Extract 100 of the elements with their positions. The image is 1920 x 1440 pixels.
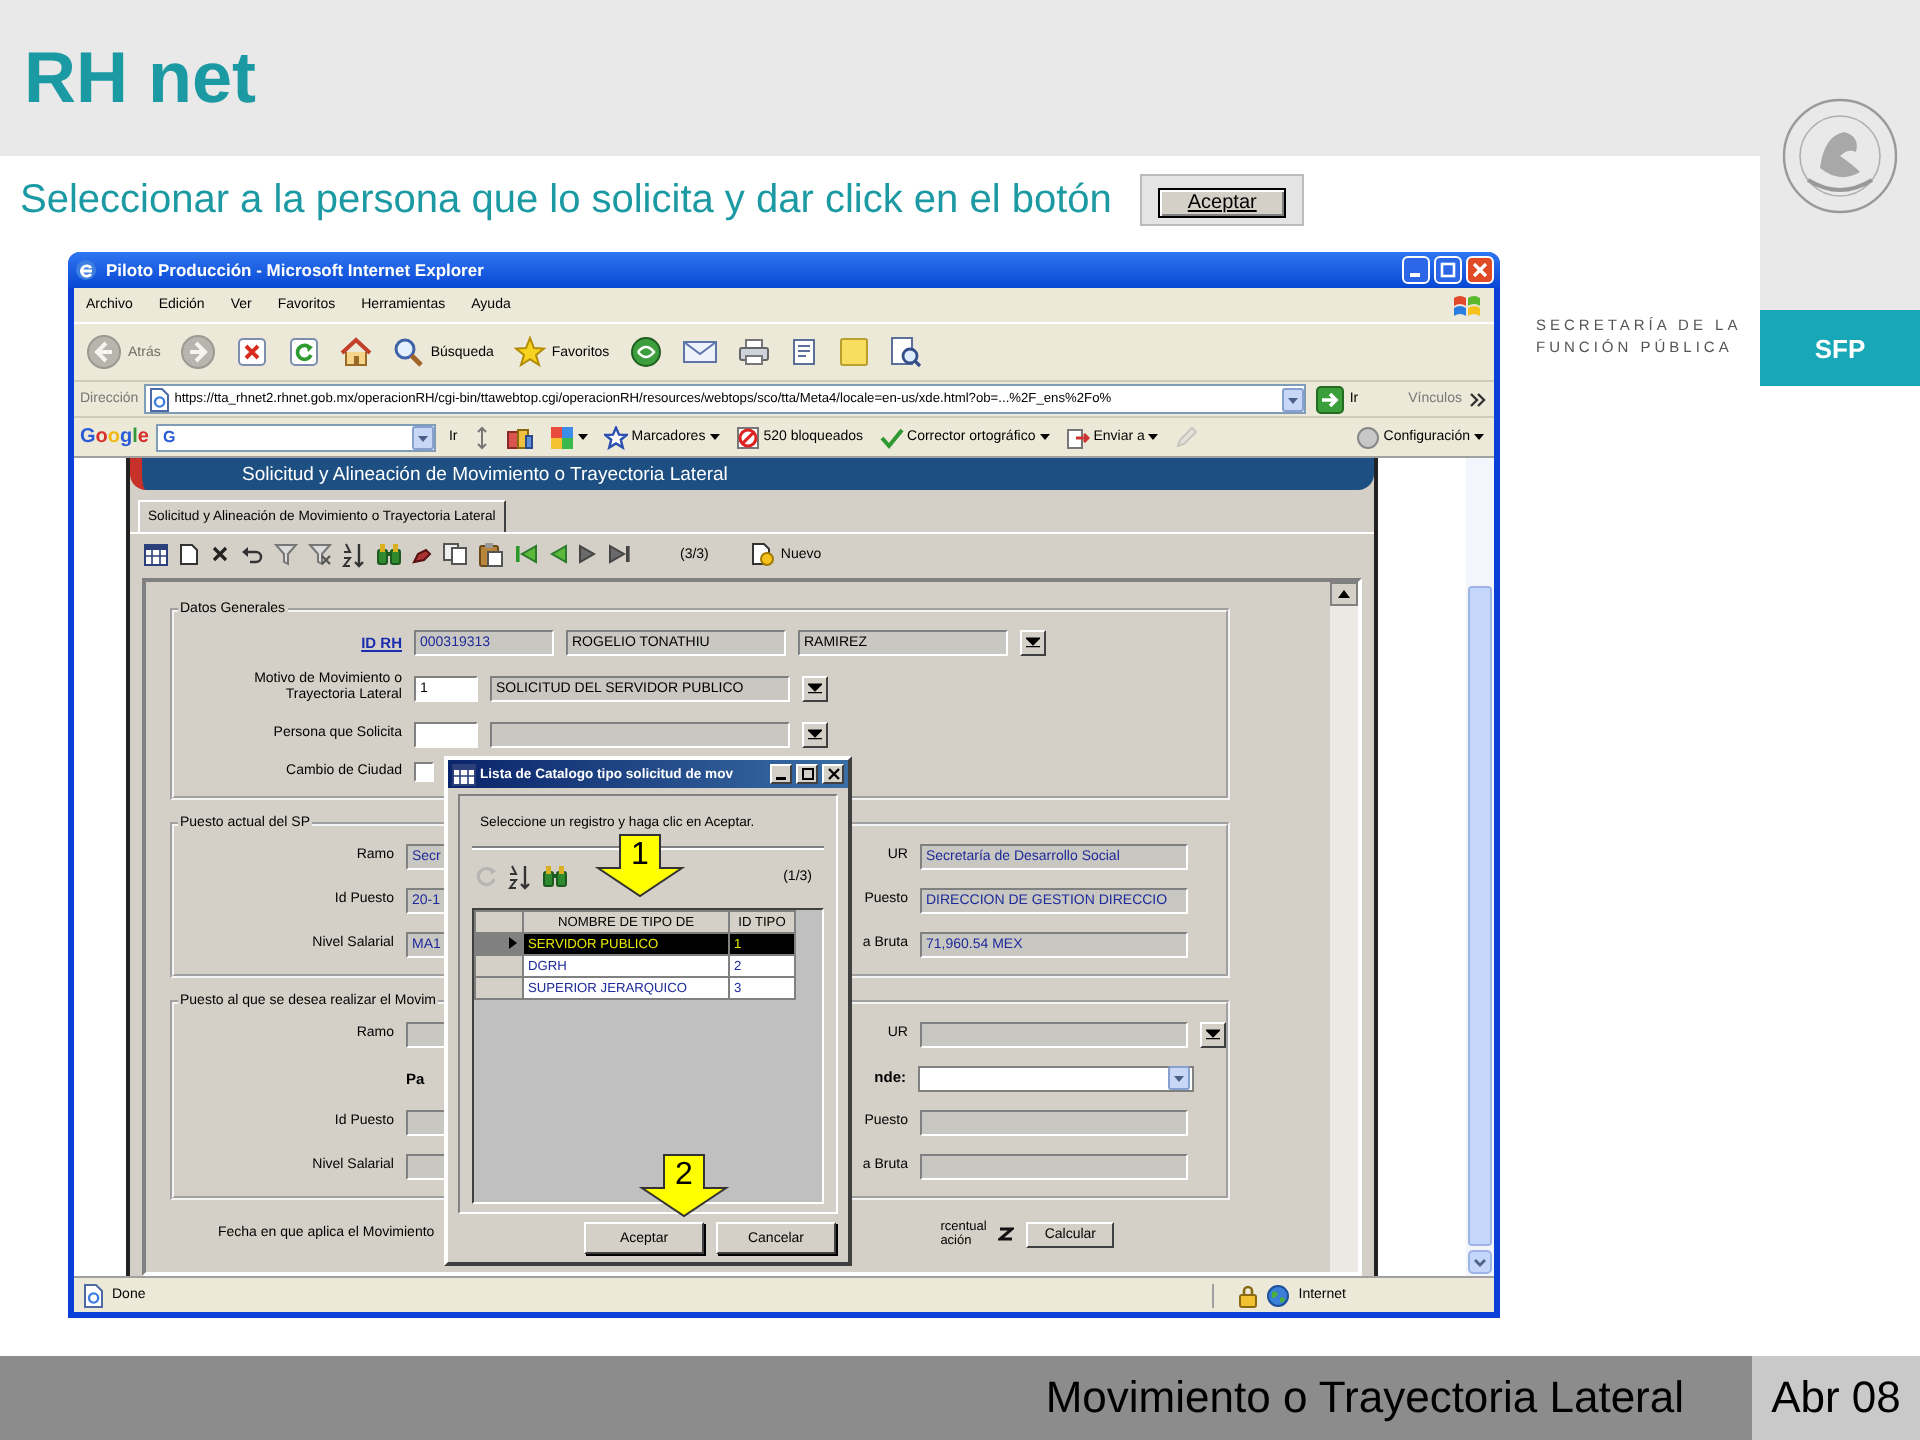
dropdown-arrow-icon [808,728,822,740]
maximize-icon [1440,262,1456,278]
caret-icon [1474,433,1484,441]
instruction-text: Seleccionar a la persona que lo solicita y dar click en el botón [20,177,1112,223]
printer-icon [737,338,770,366]
toolbar-button[interactable] [506,863,534,889]
maximize-button[interactable] [796,764,818,784]
last-record-icon [608,542,632,566]
send-icon [1065,425,1090,449]
go-arrow-icon [1315,385,1344,413]
blocked-icon [735,425,760,449]
dropdown-button[interactable] [1200,1021,1226,1047]
step-callout: 1 [594,834,686,898]
scroll-down-icon [1468,1250,1492,1274]
scrollbar[interactable] [1330,582,1358,1272]
dropdown-button[interactable] [1020,629,1046,655]
refresh-icon [288,336,321,368]
arrows-icon [473,425,490,449]
toolbar-button[interactable] [476,541,506,567]
step-callout: 2 [638,1154,730,1218]
dropdown-arrow-icon [1206,1028,1220,1040]
globe-icon [1266,1283,1291,1307]
maximize-icon [801,768,813,780]
toolbar-button[interactable] [340,541,368,567]
org-badge: SFP [1760,310,1920,386]
home-icon [340,336,373,368]
close-icon [1472,262,1488,278]
note-icon [837,336,870,368]
button-sample: Aceptar [1157,188,1287,218]
browser-icon [74,258,98,282]
row-header-cell [475,977,523,999]
sort-icon [508,863,532,889]
caret-icon [1039,433,1050,441]
new-page-icon [178,542,200,566]
toolbar-button[interactable] [440,542,470,566]
undo-icon [240,544,264,564]
search-field[interactable]: G [156,423,437,451]
text-field[interactable] [920,1021,1188,1047]
dropdown-button[interactable] [802,721,828,747]
toolbar-button[interactable] [208,544,232,564]
delete-icon [210,544,230,564]
toolbar-button[interactable] [625,336,666,368]
marker-icon [412,544,432,564]
lock-icon [1238,1283,1259,1307]
search-icon [392,336,425,368]
copy-icon [442,542,468,566]
table-icon [452,763,476,785]
page-scrollbar[interactable] [1466,458,1494,1276]
table-icon [144,543,168,565]
footer-date: Abr 08 [1752,1356,1920,1440]
caret-icon [577,433,588,441]
text-field[interactable] [920,1153,1188,1179]
binoculars-icon [376,542,402,566]
first-record-icon [514,542,538,566]
toolbar-button[interactable] [576,542,600,566]
toolbar-button[interactable] [501,425,538,449]
text-field[interactable] [414,721,478,747]
caret-icon [709,433,720,441]
dropdown-arrow-icon [808,682,822,694]
footer-title: Movimiento o Trayectoria Lateral [1045,1372,1684,1424]
caret-icon [1148,433,1159,441]
formula-icon [998,1226,1015,1242]
binoculars-icon [542,864,568,888]
previous-icon [548,542,568,566]
next-icon [578,542,598,566]
document-icon [789,338,818,366]
media-icon [629,336,662,368]
checkbox[interactable] [414,762,434,782]
chevron-icon [1468,389,1488,409]
row-header-cell [475,955,523,977]
filter-clear-icon [308,542,332,566]
pencil-icon [1174,425,1199,449]
stop-icon [236,336,269,368]
row-pointer-icon [508,935,518,949]
toolbar-button[interactable] [885,336,926,368]
text-field[interactable] [920,1109,1188,1135]
filter-icon [274,542,298,566]
close-button[interactable] [822,764,844,784]
page-icon [82,1283,104,1307]
toolbar-button[interactable] [606,542,634,566]
select-field[interactable] [918,1065,1194,1091]
settings-icon [1355,425,1380,449]
dropdown-arrow-icon [1026,636,1040,648]
banner-title: Solicitud y Alineación de Movimiento o Trayectoria Lateral [242,463,728,485]
close-icon [827,768,839,780]
dropdown-button[interactable] [802,675,828,701]
window-title: Piloto Producción - Microsoft Internet Explorer [106,260,486,280]
flag-icon [1450,291,1482,319]
refresh-icon [474,864,498,888]
text-field[interactable] [490,721,790,747]
star-icon [603,425,628,449]
toolbar-button[interactable] [142,543,170,565]
toolbar-button[interactable] [545,425,592,449]
toolbar-button[interactable] [176,542,202,566]
star-icon [513,336,546,368]
toolbar-button[interactable] [238,544,266,564]
toolbar-button[interactable] [410,544,434,564]
row-header-cell [475,911,523,933]
sort-icon [342,541,366,567]
minimize-button[interactable] [770,764,792,784]
